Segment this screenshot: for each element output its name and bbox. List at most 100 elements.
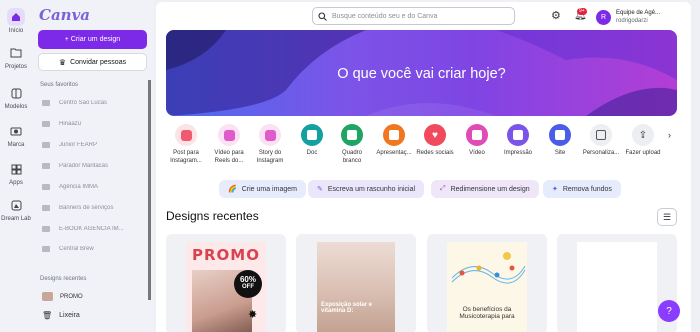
category-doc[interactable]: Doc [292, 124, 332, 158]
folder-icon [42, 184, 50, 190]
social-media-icon: ♥ [424, 124, 446, 146]
magic-icon: ✦ [552, 186, 558, 193]
favorite-item[interactable]: Hinaazu [42, 121, 146, 127]
team-name[interactable]: Equipe de Agê... [616, 10, 660, 16]
list-view-toggle-icon[interactable]: ☰ [657, 208, 677, 226]
design-card[interactable]: PROMO 60% OFF ✸ [166, 234, 286, 332]
recent-item[interactable]: PROMO [42, 292, 146, 301]
favorite-item[interactable]: E-BOOK AGÊNCIA IM... [42, 226, 146, 232]
sparkle-icon: ✸ [248, 309, 258, 321]
resize-icon: ⤢ [440, 185, 446, 192]
favorite-item[interactable]: Central Brew [42, 246, 146, 252]
settings-gear-icon[interactable]: ⚙ [551, 11, 561, 22]
favorite-item[interactable]: Junior FEARP [42, 142, 146, 148]
templates-icon [7, 84, 25, 102]
folder-icon [42, 246, 50, 252]
apps-icon [7, 160, 25, 178]
help-button[interactable]: ? [658, 300, 680, 322]
recent-thumbnail [42, 292, 53, 301]
rail-label: Dream Lab [1, 216, 31, 222]
sidebar: Canva + Criar um design ♛ Convidar pesso… [32, 0, 154, 332]
category-reels-video[interactable]: Vídeo para Reels do... [209, 124, 249, 166]
trash-icon: 🗑 [42, 311, 53, 320]
folder-icon [42, 226, 50, 232]
user-name: rodrigodarzi [616, 18, 648, 24]
favorite-item[interactable]: Banners de serviços [42, 205, 146, 211]
favorite-item[interactable]: Agência IMMA [42, 184, 146, 190]
promo-title: PROMO [192, 246, 260, 264]
invite-label: Convidar pessoas [70, 58, 127, 66]
folder-icon [7, 44, 25, 62]
presentation-icon [383, 124, 405, 146]
custom-size-icon [590, 124, 612, 146]
category-whiteboard[interactable]: Quadro branco [332, 124, 372, 166]
category-presentation[interactable]: Apresentaç... [374, 124, 414, 158]
category-story[interactable]: Story do Instagram [250, 124, 290, 166]
recents-heading: Designs recentes [40, 276, 87, 282]
rainbow-icon: 🌈 [228, 186, 237, 193]
reels-video-icon [218, 124, 240, 146]
recent-designs-title: Designs recentes [166, 209, 259, 223]
left-rail: Início Projetos Modelos Marca Apps Dream… [0, 0, 32, 332]
hero-banner: O que você vai criar hoje? [166, 30, 677, 116]
promo-thumbnail: PROMO 60% OFF ✸ [186, 242, 266, 332]
rail-item-apps[interactable]: Apps [0, 160, 32, 186]
website-icon [549, 124, 571, 146]
trash-link[interactable]: 🗑 Lixeira [42, 311, 146, 320]
design-card[interactable]: Exposição solar e vitamina D: [296, 234, 416, 332]
category-video[interactable]: Vídeo [457, 124, 497, 158]
vitamin-thumbnail: Exposição solar e vitamina D: [317, 242, 395, 332]
favorites-heading: Seus favoritos [40, 82, 79, 88]
discount-badge: 60% OFF [234, 270, 262, 298]
upload-icon: ⇪ [632, 124, 654, 146]
music-notes-graphic [451, 252, 526, 284]
rail-item-dream-lab[interactable]: Dream Lab [0, 196, 32, 222]
favorite-item[interactable]: Parador Maritacas [42, 163, 146, 169]
chip-create-image[interactable]: 🌈 Crie uma imagem [219, 180, 306, 198]
doc-icon [301, 124, 323, 146]
video-icon [466, 124, 488, 146]
avatar[interactable]: R [596, 10, 611, 25]
folder-icon [42, 142, 50, 148]
blank-thumbnail [577, 242, 657, 332]
music-thumbnail: Os benefícios da Musicoterapia para [447, 242, 527, 332]
invite-people-button[interactable]: ♛ Convidar pessoas [38, 53, 147, 71]
dream-lab-icon [7, 196, 25, 214]
print-icon [507, 124, 529, 146]
folder-icon [42, 205, 50, 211]
rail-item-brand[interactable]: Marca [0, 122, 32, 148]
rail-item-home[interactable]: Início [0, 8, 32, 34]
category-print[interactable]: Impressão [498, 124, 538, 158]
folder-icon [42, 163, 50, 169]
design-card[interactable]: Os benefícios da Musicoterapia para [427, 234, 547, 332]
whiteboard-icon [341, 124, 363, 146]
rail-item-projects[interactable]: Projetos [0, 44, 32, 70]
favorite-item[interactable]: Centro São Lucas [42, 100, 146, 106]
search-input[interactable]: Busque conteúdo seu e do Canva [312, 7, 515, 25]
rail-label: Início [8, 28, 24, 34]
category-social-media[interactable]: ♥ Redes sociais [415, 124, 455, 158]
pen-icon: ✎ [317, 186, 323, 193]
chip-remove-background[interactable]: ✦ Remova fundos [543, 180, 621, 198]
rail-label: Projetos [4, 64, 27, 70]
rail-label: Apps [9, 180, 23, 186]
brand-icon [7, 122, 25, 140]
canva-logo[interactable]: Canva [39, 6, 90, 24]
rail-item-templates[interactable]: Modelos [0, 84, 32, 110]
notification-badge: 9+ [577, 8, 587, 15]
create-design-button[interactable]: + Criar um design [38, 30, 147, 49]
category-instagram-post[interactable]: Post para Instagram... [166, 124, 206, 166]
crown-icon: ♛ [58, 57, 67, 67]
chip-resize-design[interactable]: ⤢ Redimensione um design [431, 180, 539, 198]
categories-next-chevron-icon[interactable]: › [668, 130, 671, 140]
story-icon [259, 124, 281, 146]
home-icon [7, 8, 25, 26]
folder-icon [42, 121, 50, 127]
card-caption: Os benefícios da Musicoterapia para [459, 306, 515, 320]
search-placeholder: Busque conteúdo seu e do Canva [332, 12, 438, 20]
sidebar-scrollbar[interactable] [148, 80, 151, 300]
category-custom-size[interactable]: Personaliza... [581, 124, 621, 158]
category-website[interactable]: Site [540, 124, 580, 158]
category-upload[interactable]: ⇪ Fazer upload [623, 124, 663, 158]
chip-write-draft[interactable]: ✎ Escreva um rascunho inicial [308, 180, 425, 198]
